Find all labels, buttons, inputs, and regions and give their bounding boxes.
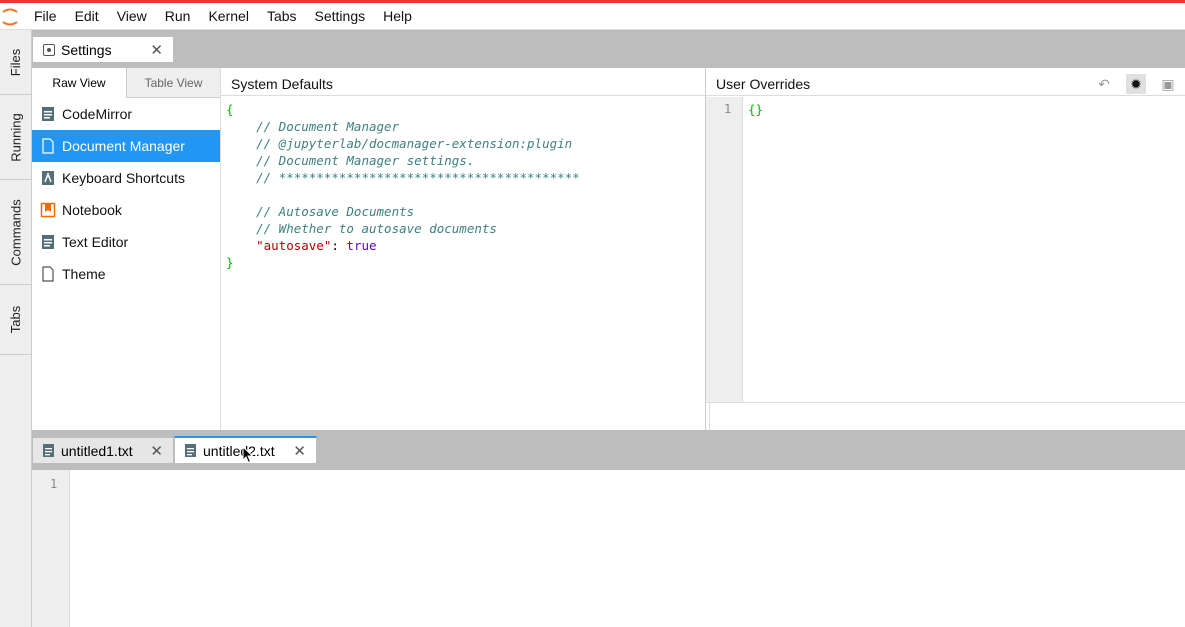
line-number: 1 <box>50 477 58 491</box>
code-line: // @jupyterlab/docmanager-extension:plug… <box>226 136 573 151</box>
tab-label: Settings <box>61 41 112 58</box>
sidebar-tab-running[interactable]: Running <box>0 95 32 180</box>
tab-label: untitled1.txt <box>61 442 133 459</box>
file-icon <box>42 138 54 154</box>
menu-run[interactable]: Run <box>165 8 191 24</box>
settings-tab-bar: Settings ✕ <box>32 30 1185 62</box>
jupyter-logo-icon <box>0 6 20 26</box>
tab-label: untitled2.txt <box>203 442 275 459</box>
plugin-item-document-manager[interactable]: Document Manager <box>32 130 220 162</box>
plugin-item-theme[interactable]: Theme <box>32 258 220 290</box>
system-defaults-editor[interactable]: { // Document Manager // @jupyterlab/doc… <box>226 101 580 271</box>
code-line: // Whether to autosave documents <box>226 221 497 236</box>
file-icon <box>42 266 54 282</box>
code-line: // Document Manager settings. <box>226 153 475 168</box>
plugin-item-text-editor[interactable]: Text Editor <box>32 226 220 258</box>
code-line: // Document Manager <box>226 119 400 134</box>
tab-table-view[interactable]: Table View <box>126 68 220 98</box>
plugin-item-notebook[interactable]: Notebook <box>32 194 220 226</box>
revert-icon[interactable]: ↶ <box>1094 74 1114 94</box>
menu-view[interactable]: View <box>117 8 147 24</box>
close-icon[interactable]: ✕ <box>293 442 306 460</box>
notebook-icon <box>40 202 56 218</box>
menu-bar: File Edit View Run Kernel Tabs Settings … <box>0 3 1185 30</box>
sidebar-tab-commands[interactable]: Commands <box>0 180 32 285</box>
menu-settings[interactable]: Settings <box>315 8 366 24</box>
code-line: // Autosave Documents <box>226 204 415 219</box>
settings-panel: Raw View Table View CodeMirror Document … <box>32 68 1185 430</box>
menu-file[interactable]: File <box>34 8 57 24</box>
editor-tab-bar: untitled1.txt ✕ untitled2.txt ✕ <box>32 430 1185 470</box>
main-dock-area: Settings ✕ Raw View Table View CodeMirro… <box>32 30 1185 627</box>
menu-edit[interactable]: Edit <box>75 8 99 24</box>
code-line: { <box>226 102 234 117</box>
code-line: } <box>226 255 234 270</box>
text-file-icon <box>43 443 54 457</box>
user-overrides-editor[interactable]: {} <box>748 101 763 118</box>
line-gutter <box>706 97 743 402</box>
divider <box>706 402 1185 403</box>
system-defaults-header: System Defaults <box>221 68 705 96</box>
text-editor-panel[interactable]: 1 <box>32 470 1185 627</box>
tab-settings[interactable]: Settings ✕ <box>32 36 174 62</box>
sidebar-tab-files[interactable]: Files <box>0 30 32 95</box>
divider <box>220 68 221 430</box>
tab-untitled1[interactable]: untitled1.txt ✕ <box>32 437 174 463</box>
close-icon[interactable]: ✕ <box>150 442 163 460</box>
menu-tabs[interactable]: Tabs <box>267 8 297 24</box>
text-file-icon <box>42 107 54 121</box>
save-icon[interactable]: ▣ <box>1158 74 1178 94</box>
tab-raw-view[interactable]: Raw View <box>32 68 126 98</box>
plugin-item-codemirror[interactable]: CodeMirror <box>32 98 220 130</box>
divider <box>709 402 710 430</box>
mouse-cursor-icon <box>242 446 254 464</box>
settings-view-tabs: Raw View Table View <box>32 68 220 98</box>
text-file-icon <box>42 235 54 249</box>
close-icon[interactable]: ✕ <box>150 41 163 59</box>
line-number: 1 <box>724 102 732 116</box>
sidebar-tab-tabs[interactable]: Tabs <box>0 285 32 355</box>
text-file-icon <box>185 443 196 457</box>
debug-icon[interactable]: ✹ <box>1126 74 1146 94</box>
line-gutter <box>32 470 70 627</box>
menu-help[interactable]: Help <box>383 8 412 24</box>
left-sidebar: Files Running Commands Tabs <box>0 30 32 627</box>
plugin-item-keyboard-shortcuts[interactable]: Keyboard Shortcuts <box>32 162 220 194</box>
menu-kernel[interactable]: Kernel <box>208 8 248 24</box>
keyboard-icon <box>42 171 54 185</box>
gear-icon <box>43 43 55 56</box>
code-line: // *************************************… <box>226 170 580 185</box>
code-line: "autosave": true <box>226 238 377 253</box>
plugin-list: CodeMirror Document Manager Keyboard Sho… <box>32 98 220 290</box>
